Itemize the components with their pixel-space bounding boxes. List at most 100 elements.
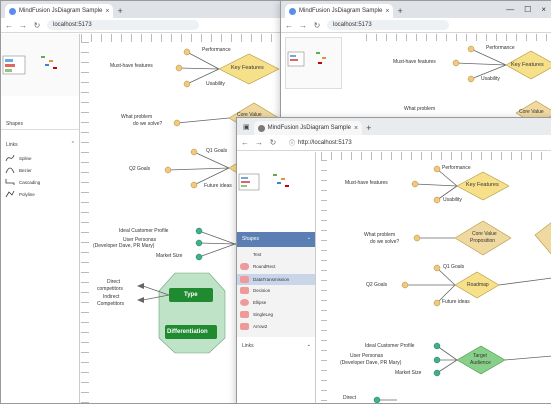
tab-bar: MindFusion JsDiagram Sample × + — ☐ × bbox=[281, 1, 551, 18]
key-features-label: Key Features bbox=[511, 62, 544, 68]
link-item-cascading[interactable]: Cascading bbox=[5, 178, 40, 186]
shape-label: RoundRect bbox=[253, 264, 276, 269]
tab-title: MindFusion JsDiagram Sample bbox=[299, 8, 383, 14]
tab-close-icon[interactable]: × bbox=[354, 125, 358, 132]
shape-label: DataTransmission bbox=[253, 277, 290, 282]
core-value-label: Core Value bbox=[519, 109, 544, 115]
reload-icon[interactable]: ↻ bbox=[313, 21, 321, 30]
favicon-icon bbox=[9, 7, 16, 15]
ruler-top bbox=[366, 34, 551, 41]
ruler-top bbox=[321, 152, 551, 160]
links-header: Links bbox=[242, 343, 254, 349]
singleleg-icon bbox=[240, 311, 249, 318]
tab-bar: ▣ MindFusion JsDiagram Sample × + bbox=[237, 118, 551, 135]
link-item-polyline[interactable]: Polyline bbox=[5, 190, 35, 198]
diagram-canvas[interactable] bbox=[327, 160, 551, 403]
problem-label-2: do we solve? bbox=[370, 239, 400, 245]
browser-tab[interactable]: MindFusion JsDiagram Sample × bbox=[253, 121, 363, 135]
datatransmission-icon bbox=[240, 276, 249, 283]
nav-bar: ← → ↻ ⓘ http://localhost:5173 bbox=[237, 135, 551, 151]
back-icon[interactable]: ← bbox=[5, 21, 13, 30]
competition-hexagon[interactable] bbox=[158, 272, 226, 354]
link-label: Spline bbox=[19, 155, 32, 161]
target-label: Target bbox=[473, 353, 487, 359]
browser-tab[interactable]: MindFusion JsDiagram Sample × bbox=[285, 4, 394, 18]
links-panel: Links ⌃ Spline Bezier Cascading Polyline bbox=[1, 139, 79, 209]
browser-window-front: ▣ MindFusion JsDiagram Sample × + ← → ↻ … bbox=[236, 117, 551, 404]
tab-actions-icon[interactable]: ▣ bbox=[243, 121, 250, 135]
future-ideas-label: Future ideas bbox=[442, 299, 470, 305]
shape-item-datatransmission[interactable]: DataTransmission bbox=[237, 274, 315, 285]
usability-label: Usability bbox=[443, 197, 462, 203]
expand-icon[interactable]: ⌄ bbox=[307, 342, 311, 348]
shapes-panel-header[interactable]: Shapes ⌄ bbox=[237, 232, 315, 247]
shape-item-roundrect[interactable]: RoundRect bbox=[240, 263, 276, 270]
shape-label: Ellipse bbox=[253, 300, 267, 305]
direct-competitors-label: competitors bbox=[97, 286, 123, 292]
forward-icon[interactable]: → bbox=[299, 21, 307, 30]
overview-panel[interactable] bbox=[285, 37, 342, 89]
personas-detail-label: (Developer Dave, PR Mary) bbox=[93, 243, 155, 249]
minimize-icon[interactable]: — bbox=[506, 5, 514, 14]
overview-panel[interactable] bbox=[237, 152, 316, 228]
forward-icon[interactable]: → bbox=[19, 21, 27, 30]
back-icon[interactable]: ← bbox=[285, 21, 293, 30]
shape-item-ellipse[interactable]: Ellipse bbox=[240, 299, 266, 306]
shape-label: Arrow2 bbox=[253, 324, 268, 329]
reload-icon[interactable]: ↻ bbox=[33, 21, 41, 30]
overview-panel[interactable] bbox=[1, 34, 80, 96]
tab-close-icon[interactable]: × bbox=[105, 8, 109, 15]
text-shape-icon bbox=[240, 251, 249, 258]
performance-label: Performance bbox=[486, 45, 515, 51]
back-icon[interactable]: ← bbox=[241, 138, 249, 147]
new-tab-button[interactable]: + bbox=[397, 4, 402, 18]
panel-divider bbox=[315, 152, 316, 403]
market-size-label: Market Size bbox=[156, 253, 183, 259]
shape-item-singleleg[interactable]: SingleLeg bbox=[240, 311, 273, 318]
shapes-panel-header[interactable]: Shapes bbox=[1, 119, 79, 130]
overview-thumbnail bbox=[238, 173, 289, 191]
type-label: Type bbox=[184, 292, 198, 298]
address-bar[interactable]: localhost:5173 bbox=[327, 20, 449, 30]
new-tab-button[interactable]: + bbox=[117, 4, 122, 18]
browser-tab[interactable]: MindFusion JsDiagram Sample × bbox=[5, 4, 114, 18]
q2-goals-label: Q2 Goals bbox=[129, 166, 151, 172]
url-text: http://localhost:5173 bbox=[298, 139, 352, 146]
ruler-left bbox=[81, 42, 89, 403]
must-have-label: Must-have features bbox=[110, 63, 153, 69]
collapse-icon[interactable]: ⌄ bbox=[307, 235, 311, 241]
q1-goals-label: Q1 Goals bbox=[443, 264, 465, 270]
core-value-label-1: Core Value bbox=[472, 231, 497, 237]
direct-label: Direct bbox=[107, 279, 121, 285]
new-tab-button[interactable]: + bbox=[366, 121, 371, 135]
favicon-icon bbox=[257, 124, 265, 132]
customer-profile-label: Ideal Customer Profile bbox=[119, 228, 169, 234]
market-size-label: Market Size bbox=[395, 370, 422, 376]
must-have-label: Must-have features bbox=[393, 59, 436, 65]
overview-thumbnail bbox=[2, 55, 57, 75]
maximize-icon[interactable]: ☐ bbox=[524, 5, 531, 14]
tab-bar: MindFusion JsDiagram Sample × + bbox=[1, 1, 291, 18]
shape-label: Decision bbox=[253, 288, 271, 293]
forward-icon[interactable]: → bbox=[255, 138, 263, 147]
shape-item-decision[interactable]: Decision bbox=[240, 287, 270, 294]
close-window-icon[interactable]: × bbox=[541, 5, 546, 14]
indirect-label: Indirect bbox=[103, 294, 120, 300]
address-bar[interactable]: ⓘ http://localhost:5173 bbox=[283, 137, 375, 148]
usability-label: Usability bbox=[206, 81, 225, 87]
links-panel-header[interactable]: Links ⌄ bbox=[237, 340, 315, 352]
collapse-icon[interactable]: ⌃ bbox=[71, 141, 75, 147]
customer-profile-label: Ideal Customer Profile bbox=[365, 343, 415, 349]
overview-thumbnail bbox=[287, 51, 326, 67]
user-personas-label: User Personas bbox=[350, 353, 384, 359]
problem-label-1: What problem bbox=[121, 114, 153, 120]
arrow2-icon bbox=[240, 323, 249, 330]
address-bar[interactable]: localhost:5173 bbox=[47, 20, 199, 30]
shape-item-arrow2[interactable]: Arrow2 bbox=[240, 323, 267, 330]
tab-close-icon[interactable]: × bbox=[385, 8, 389, 15]
personas-detail-label: (Developer Dave, PR Mary) bbox=[340, 360, 402, 366]
shape-item-text[interactable]: Text bbox=[240, 251, 261, 258]
reload-icon[interactable]: ↻ bbox=[269, 138, 277, 147]
link-item-spline[interactable]: Spline bbox=[5, 154, 32, 162]
link-item-bezier[interactable]: Bezier bbox=[5, 166, 32, 174]
